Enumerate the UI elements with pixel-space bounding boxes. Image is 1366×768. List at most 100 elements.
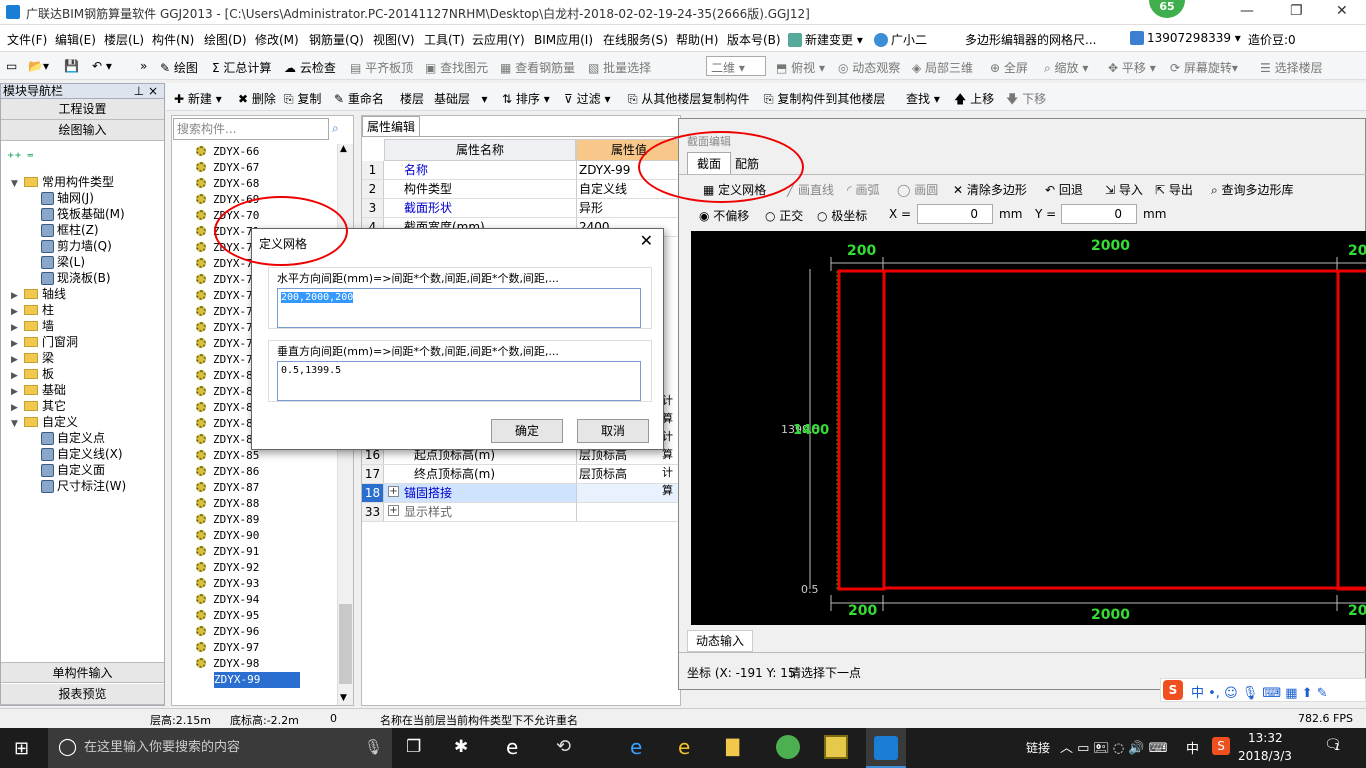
find-button[interactable]: 查找 ▾ — [906, 90, 940, 107]
tree-node[interactable]: 现浇板(B) — [41, 270, 111, 286]
report-preview-button[interactable]: 报表预览 — [1, 684, 164, 705]
component-list-item[interactable]: ZDYX-88 — [196, 496, 337, 512]
vertical-spacing-input[interactable]: 0.5,1399.5 — [277, 361, 641, 401]
floor-select[interactable]: 基础层 ▾ — [434, 90, 487, 107]
menu-file[interactable]: 文件(F) — [7, 31, 47, 48]
browser-icon[interactable]: ⟲ — [556, 736, 571, 757]
tree-node[interactable]: 自定义线(X) — [41, 446, 123, 462]
drawing-input-button[interactable]: 绘图输入 — [1, 120, 164, 141]
component-list-item[interactable]: ZDYX-96 — [196, 624, 337, 640]
ok-button[interactable]: 确定 — [491, 419, 563, 443]
menu-version[interactable]: 版本号(B) — [727, 31, 781, 48]
edge-icon[interactable]: e — [630, 735, 642, 759]
tree-node[interactable]: 轴网(J) — [41, 190, 94, 206]
property-row[interactable]: 17 终点顶标高(m) 层顶标高 — [362, 465, 682, 484]
component-list-item[interactable]: ZDYX-66 — [196, 144, 337, 160]
tree-node[interactable]: 自定义点 — [41, 430, 105, 446]
component-search-input[interactable]: 搜索构件... — [173, 118, 329, 140]
taskbar-search-input[interactable]: 在这里输入你要搜索的内容 — [48, 728, 392, 768]
tree-node[interactable]: 框柱(Z) — [41, 222, 99, 238]
component-list-item[interactable]: ZDYX-99 — [214, 672, 300, 688]
search-icon[interactable]: ⌕ — [332, 121, 339, 136]
dialog-close-icon[interactable]: ✕ — [640, 231, 653, 250]
component-list-item[interactable]: ZDYX-67 — [196, 160, 337, 176]
component-list-item[interactable]: ZDYX-93 — [196, 576, 337, 592]
menu-floor[interactable]: 楼层(L) — [104, 31, 144, 48]
component-list-item[interactable]: ZDYX-91 — [196, 544, 337, 560]
component-list-item[interactable]: ZDYX-98 — [196, 656, 337, 672]
menu-account[interactable]: 13907298339 ▾ — [1130, 31, 1241, 45]
delete-button[interactable]: ✖ 删除 — [238, 90, 276, 107]
menu-online[interactable]: 在线服务(S) — [603, 31, 668, 48]
property-row[interactable]: 3 截面形状 异形 — [362, 199, 682, 218]
align-slab-button[interactable]: ▤ 平齐板顶 — [350, 59, 413, 76]
component-list-item[interactable]: ZDYX-85 — [196, 448, 337, 464]
scroll-down-icon[interactable]: ▼ — [340, 693, 347, 703]
section-canvas[interactable]: 200 2000 20 200 2000 20 1399.5 1400 0.5 — [691, 231, 1366, 625]
expand-row-icon[interactable]: + — [388, 486, 399, 497]
pin-icon[interactable]: ⊥ × — [134, 84, 158, 99]
menu-new-change[interactable]: 新建变更 ▾ — [788, 31, 863, 48]
tree-node[interactable]: 筏板基础(M) — [41, 206, 125, 222]
menu-view[interactable]: 视图(V) — [373, 31, 415, 48]
rename-button[interactable]: ✎ 重命名 — [334, 90, 384, 107]
tree-node[interactable]: ▶ 其它 — [11, 398, 66, 414]
expand-collapse-icon[interactable]: ⁺⁺ ⁼ — [7, 150, 34, 166]
tree-node[interactable]: ▶ 板 — [11, 366, 54, 382]
sort-button[interactable]: ⇅ 排序 ▾ — [502, 90, 550, 107]
single-component-button[interactable]: 单构件输入 — [1, 662, 164, 683]
component-list-item[interactable]: ZDYX-92 — [196, 560, 337, 576]
menu-cloud[interactable]: 云应用(Y) — [472, 31, 525, 48]
tree-node[interactable]: ▼ 自定义 — [11, 414, 78, 430]
menu-hint[interactable]: 多边形编辑器的网格尺... — [965, 31, 1096, 48]
microphone-icon[interactable]: 🎙 — [364, 738, 383, 756]
pan-button[interactable]: ✥ 平移 ▾ — [1108, 59, 1156, 76]
select-floor-button[interactable]: ☰ 选择楼层 — [1260, 59, 1323, 76]
property-value[interactable]: 异形 — [576, 199, 681, 217]
move-down-button[interactable]: 🡇 下移 — [1006, 90, 1046, 111]
tree-node[interactable]: 尺寸标注(W) — [41, 478, 126, 494]
more-icon[interactable]: » — [140, 59, 147, 73]
x-input[interactable]: 0 — [917, 204, 993, 224]
polar-radio[interactable]: ○ 极坐标 — [817, 207, 867, 224]
component-list-item[interactable]: ZDYX-90 — [196, 528, 337, 544]
export-button[interactable]: ⇱ 导出 — [1155, 181, 1193, 198]
ime-tools-icon[interactable]: 中 •, ☺ 🎙 ⌨ ▦ ⬆ ✎ — [1191, 682, 1328, 701]
property-row[interactable]: 1 名称 ZDYX-99 — [362, 161, 682, 180]
property-row[interactable]: 33 + 显示样式 — [362, 503, 682, 522]
copy-to-floor-button[interactable]: ⎘ 复制构件到其他楼层 — [764, 90, 885, 107]
pinwheel-icon[interactable]: ✱ — [454, 737, 468, 757]
component-list-item[interactable]: ZDYX-95 — [196, 608, 337, 624]
tree-expander-icon[interactable]: ▼ — [11, 176, 21, 192]
windows-start-icon[interactable]: ⊞ — [14, 738, 29, 759]
dynamic-input-tab[interactable]: 动态输入 — [687, 630, 753, 652]
tree-node[interactable]: ▶ 梁 — [11, 350, 54, 366]
property-row[interactable]: 18 + 锚固搭接 — [362, 484, 682, 503]
menu-beans[interactable]: 造价豆:0 — [1248, 31, 1296, 48]
polygon-left-column[interactable] — [837, 269, 886, 591]
tray-icons[interactable]: ︿ ▭ 🖭 ◌ 🔊 ⌨ — [1060, 737, 1167, 761]
copy-from-floor-button[interactable]: ⎘ 从其他楼层复制构件 — [628, 90, 749, 107]
undo-button[interactable]: ↶ 回退 — [1045, 181, 1083, 198]
summary-calc-button[interactable]: Σ 汇总计算 — [212, 59, 271, 76]
scroll-thumb[interactable] — [339, 604, 352, 684]
task-view-icon[interactable]: ❐ — [406, 737, 421, 757]
file-explorer-icon[interactable]: ▇ — [726, 737, 739, 757]
orbit-button[interactable]: ◎ 动态观察 — [838, 59, 900, 76]
tree-expander-icon[interactable]: ▼ — [11, 416, 21, 432]
scroll-up-icon[interactable]: ▲ — [340, 144, 347, 154]
ime-mode[interactable]: 中 — [1186, 738, 1199, 757]
menu-assistant[interactable]: 广小二 — [874, 31, 927, 48]
menu-bim[interactable]: BIM应用(I) — [534, 31, 593, 48]
tree-node[interactable]: ▶ 基础 — [11, 382, 66, 398]
menu-help[interactable]: 帮助(H) — [676, 31, 718, 48]
menu-modify[interactable]: 修改(M) — [255, 31, 299, 48]
component-list-item[interactable]: ZDYX-86 — [196, 464, 337, 480]
sogou-icon[interactable]: S — [1163, 680, 1183, 700]
polygon-right-column[interactable] — [1336, 269, 1366, 591]
tree-node[interactable]: ▶ 墙 — [11, 318, 54, 334]
ortho-radio[interactable]: ○ 正交 — [765, 207, 803, 224]
360-browser-icon[interactable] — [776, 735, 800, 759]
app-icon-yellow[interactable] — [824, 735, 848, 759]
find-element-button[interactable]: ▣ 查找图元 — [425, 59, 488, 76]
